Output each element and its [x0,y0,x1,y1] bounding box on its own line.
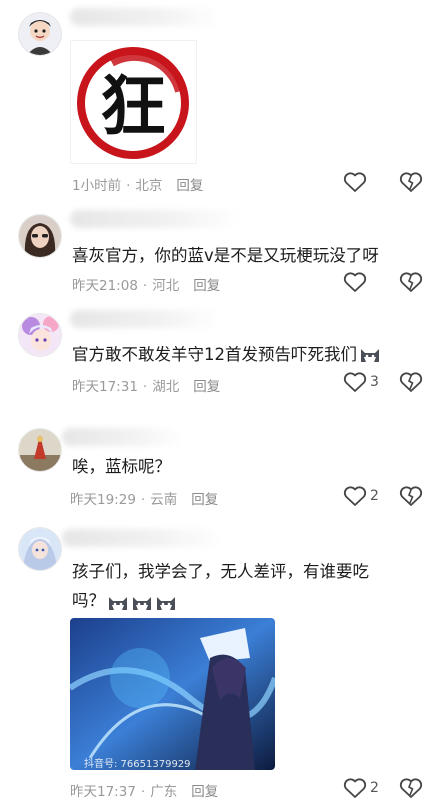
reply-button[interactable]: 回复 [191,784,218,800]
comment-text: 官方敢不敢发羊守12首发预告吓死我们 [72,340,417,369]
comment-image[interactable] [70,618,275,770]
username-blurred[interactable] [70,210,240,228]
cat-emoji-icon [133,597,151,610]
broken-heart-icon [399,778,423,798]
username-blurred[interactable] [70,8,220,26]
comment-actions: 2 [343,485,423,511]
avatar[interactable] [18,214,62,258]
avatar[interactable] [18,527,62,571]
comment-actions: 3 [343,371,423,397]
comment-location: 河北 [152,278,180,294]
broken-heart-icon [399,172,423,192]
reply-button[interactable]: 回复 [176,178,203,194]
like-button[interactable] [343,171,370,193]
heart-outline-icon [343,272,367,292]
comment-location: 广东 [150,784,178,800]
comment-time: 1小时前 [72,178,122,194]
reply-button[interactable]: 回复 [193,278,220,294]
comment-meta: 1小时前 · 北京 回复 [72,178,204,194]
cat-emoji-icon [157,597,175,610]
sticker-image[interactable]: 狂 [70,40,197,164]
like-button[interactable]: 3 [343,371,379,393]
broken-heart-icon [399,372,423,392]
dislike-button[interactable] [399,271,423,297]
comment-2: 喜灰官方，你的蓝v是不是又玩梗玩没了呀 昨天21:08 · 河北 回复 [0,200,439,300]
broken-heart-icon [399,272,423,292]
comment-text: 唉，蓝标呢？ [72,457,171,476]
dislike-button[interactable] [399,777,423,803]
comment-actions [343,271,423,297]
dislike-button[interactable] [399,485,423,511]
username-blurred[interactable] [62,428,182,446]
comment-time: 昨天17:31 [72,379,138,395]
cat-emoji-icon [109,597,127,610]
comment-meta: 昨天17:31 · 湖北 回复 [72,379,221,395]
avatar[interactable] [18,428,62,472]
reply-button[interactable]: 回复 [193,379,220,395]
comment-meta: 昨天21:08 · 河北 回复 [72,278,221,294]
image-watermark: 抖音号: 76651379929 [84,759,191,770]
like-button[interactable] [343,271,370,293]
comment-text: 喜灰官方，你的蓝v是不是又玩梗玩没了呀 [72,246,379,265]
comment-location: 北京 [135,178,163,194]
comment-actions: 2 [343,777,423,803]
cat-sticker-group [107,593,177,612]
comment-3: 官方敢不敢发羊守12首发预告吓死我们 昨天17:31 · 湖北 回复 3 [0,300,439,410]
comment-meta: 昨天19:29 · 云南 回复 [70,492,219,508]
comment-text-body: 官方敢不敢发羊守12首发预告吓死我们 [72,345,357,364]
username-blurred[interactable] [70,310,220,328]
heart-outline-icon [343,172,367,192]
heart-outline-icon [343,486,367,506]
comment-meta: 昨天17:37 · 广东 回复 [70,784,219,800]
comment-text-line-1: 孩子们，我学会了，无人差评，有谁要吃 [72,562,369,581]
cat-emoji-icon [361,349,379,362]
comment-actions [343,171,423,197]
heart-outline-icon [343,778,367,798]
comment-1: 狂 1小时前 · 北京 回复 [0,0,439,200]
like-count: 2 [370,488,379,504]
sticker-character: 狂 [100,68,166,145]
comment-5: 孩子们，我学会了，无人差评，有谁要吃 吗？ 抖音号: 76651379929 昨… [0,515,439,800]
comment-time: 昨天17:37 [70,784,136,800]
like-button[interactable]: 2 [343,485,379,507]
broken-heart-icon [399,486,423,506]
comment-time: 昨天21:08 [72,278,138,294]
heart-outline-icon [343,372,367,392]
comment-location: 湖北 [152,379,180,395]
like-button[interactable]: 2 [343,777,379,799]
dislike-button[interactable] [399,171,423,197]
avatar[interactable] [18,12,62,56]
username-blurred[interactable] [62,529,222,547]
reply-button[interactable]: 回复 [191,492,218,508]
like-count: 3 [370,374,379,390]
avatar[interactable] [18,313,62,357]
comment-4: 唉，蓝标呢？ 昨天19:29 · 云南 回复 2 [0,410,439,515]
comment-time: 昨天19:29 [70,492,136,508]
comment-text: 孩子们，我学会了，无人差评，有谁要吃 吗？ [72,557,417,615]
comment-text-line-2: 吗？ [72,586,417,615]
comment-location: 云南 [150,492,178,508]
like-count: 2 [370,780,379,796]
dislike-button[interactable] [399,371,423,397]
